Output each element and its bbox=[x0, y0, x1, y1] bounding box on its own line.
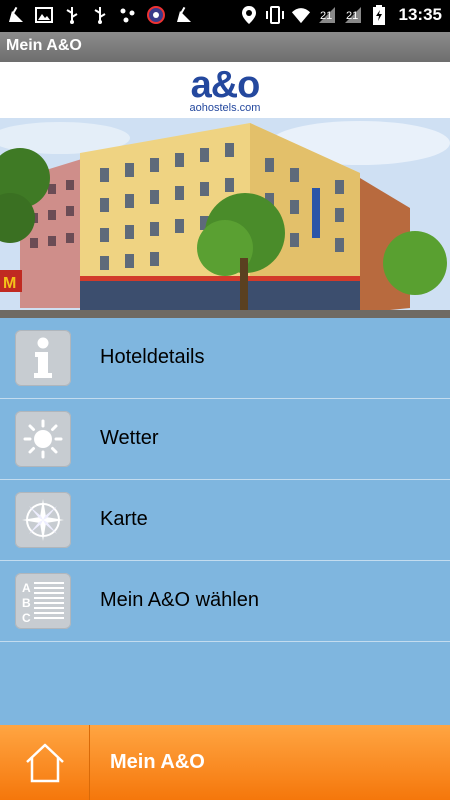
sim-icon: 21 bbox=[317, 5, 337, 25]
bottom-bar: Mein A&O bbox=[0, 725, 450, 800]
status-bar: 21 21 13:35 bbox=[0, 0, 450, 32]
wifi-icon bbox=[291, 5, 311, 25]
cleaner-icon bbox=[6, 5, 26, 25]
bottom-bar-title: Mein A&O bbox=[110, 751, 205, 773]
brand-url: aohostels.com bbox=[189, 102, 261, 114]
location-icon bbox=[239, 5, 259, 25]
image-icon bbox=[34, 5, 54, 25]
sim-icon: 21 bbox=[343, 5, 363, 25]
menu-label: Karte bbox=[100, 508, 148, 530]
svg-text:C: C bbox=[22, 611, 31, 624]
svg-text:B: B bbox=[22, 596, 31, 610]
home-button[interactable] bbox=[0, 725, 90, 800]
status-time: 13:35 bbox=[398, 5, 442, 24]
menu-item-karte[interactable]: Karte bbox=[0, 480, 450, 561]
menu-label: Mein A&O wählen bbox=[100, 589, 259, 611]
sun-icon bbox=[15, 411, 71, 467]
logo-band: a&o aohostels.com bbox=[0, 62, 450, 118]
svg-text:21: 21 bbox=[346, 10, 358, 22]
svg-text:A: A bbox=[22, 581, 31, 595]
hotel-photo: M bbox=[0, 118, 450, 318]
main-menu: Hoteldetails Wetter Karte A B C Mein A&O… bbox=[0, 318, 450, 642]
list-abc-icon: A B C bbox=[15, 573, 71, 629]
compass-icon bbox=[15, 492, 71, 548]
menu-item-mein-ao-waehlen[interactable]: A B C Mein A&O wählen bbox=[0, 561, 450, 642]
svg-text:21: 21 bbox=[320, 10, 332, 22]
battery-icon bbox=[369, 5, 389, 25]
svg-text:M: M bbox=[3, 275, 16, 292]
app-title-bar: Mein A&O bbox=[0, 32, 450, 62]
tracker-icon bbox=[146, 5, 166, 25]
menu-item-hoteldetails[interactable]: Hoteldetails bbox=[0, 318, 450, 399]
cleaner-icon bbox=[174, 5, 194, 25]
info-icon bbox=[15, 330, 71, 386]
home-icon bbox=[25, 743, 64, 782]
menu-label: Wetter bbox=[100, 427, 159, 449]
menu-label: Hoteldetails bbox=[100, 346, 205, 368]
vibrate-icon bbox=[265, 5, 285, 25]
usb-icon bbox=[90, 5, 110, 25]
dots-icon bbox=[118, 5, 138, 25]
usb-icon bbox=[62, 5, 82, 25]
app-title: Mein A&O bbox=[6, 37, 82, 54]
menu-item-wetter[interactable]: Wetter bbox=[0, 399, 450, 480]
